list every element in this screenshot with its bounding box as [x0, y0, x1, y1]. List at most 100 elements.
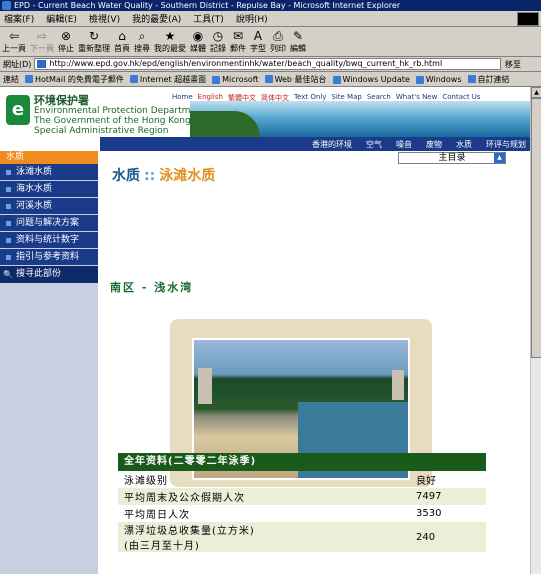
star-icon: ★ [164, 29, 176, 43]
row-label: 漂浮垃圾总收集量(立方米) (由三月至十月) [124, 526, 255, 552]
toplink-text-only[interactable]: Text Only [294, 93, 326, 103]
nav-waste[interactable]: 废物 [426, 139, 442, 150]
table-row: 平均周日人次 3530 [118, 505, 486, 522]
toplink-home[interactable]: Home [172, 93, 193, 103]
menu-help[interactable]: 說明(H) [236, 12, 268, 25]
gov-line2: Special Administrative Region [34, 126, 169, 136]
web-page: e 环境保护署 Environmental Protection Departm… [0, 87, 530, 574]
link-hotmail[interactable]: HotMail 的免費電子郵件 [25, 74, 124, 85]
sidebar-head[interactable]: 水质 [0, 151, 98, 164]
vertical-scrollbar[interactable]: ▲ [530, 87, 541, 574]
search-button[interactable]: ⌕ 搜尋 [134, 27, 150, 54]
address-input[interactable]: http://www.epd.gov.hk/epd/english/enviro… [34, 58, 501, 70]
back-button[interactable]: ⇦ 上一頁 [2, 27, 26, 54]
forward-button[interactable]: ⇨ 下一頁 [30, 27, 54, 54]
main-menu-dropdown[interactable]: 主目录 ▲ [398, 152, 506, 164]
toplink-traditional[interactable]: 繁體中文 [228, 93, 256, 103]
refresh-button[interactable]: ↻ 重新整理 [78, 27, 110, 54]
sidebar-search[interactable]: 搜寻此部份 [0, 266, 98, 283]
window-title: EPD - Current Beach Water Quality - Sout… [14, 1, 401, 10]
photo-building [198, 368, 212, 404]
row-label: 平均周日人次 [124, 510, 190, 521]
mail-icon: ✉ [232, 29, 244, 43]
toolbar: ⇦ 上一頁 ⇨ 下一頁 ⊗ 停止 ↻ 重新整理 ⌂ 首頁 ⌕ 搜尋 ★ 我的最愛 ◉ 媒體 ◷ 記… [0, 27, 541, 57]
scroll-up-icon[interactable]: ▲ [531, 87, 541, 98]
sidebar-item-statistics[interactable]: 资料与统计数字 [0, 232, 98, 249]
row-value: 7497 [416, 491, 442, 502]
history-icon: ◷ [212, 29, 224, 43]
toplink-site-map[interactable]: Site Map [331, 93, 361, 103]
home-icon: ⌂ [118, 29, 126, 43]
sidebar-item-river[interactable]: 河溪水质 [0, 198, 98, 215]
link-windows[interactable]: Windows [415, 75, 462, 84]
link-web-best[interactable]: Web 最佳站台 [264, 74, 327, 85]
gov-line1: The Government of the Hong Kong [34, 116, 191, 126]
toplink-english[interactable]: English [198, 93, 223, 103]
menu-favorites[interactable]: 我的最愛(A) [132, 12, 181, 25]
go-button[interactable]: 移至 [501, 59, 541, 70]
sidebar-item-marine[interactable]: 海水水质 [0, 181, 98, 198]
site-header: e 环境保护署 Environmental Protection Departm… [0, 87, 530, 137]
address-label: 網址(D) [3, 59, 32, 69]
title-main: 水质 [112, 168, 140, 184]
toplink-search[interactable]: Search [367, 93, 391, 103]
title-sep: :: [144, 168, 156, 184]
edit-button[interactable]: ✎ 編輯 [290, 27, 306, 54]
epd-logo-icon[interactable]: e [6, 95, 30, 125]
menu-file[interactable]: 檔案(F) [4, 12, 34, 25]
link-custom[interactable]: 自訂連結 [467, 74, 510, 85]
nav-eia[interactable]: 环评与规划 [486, 139, 526, 150]
mail-button[interactable]: ✉ 郵件 [230, 27, 246, 54]
menu-view[interactable]: 檢視(V) [89, 12, 120, 25]
windows-logo-icon [517, 12, 539, 26]
nav-air[interactable]: 空气 [366, 139, 382, 150]
forward-arrow-icon: ⇨ [36, 29, 48, 43]
banner-image [190, 101, 530, 137]
media-button[interactable]: ◉ 媒體 [190, 27, 206, 54]
menu-tools[interactable]: 工具(T) [193, 12, 224, 25]
scroll-thumb[interactable] [531, 98, 541, 358]
nav-hk-env[interactable]: 香港的环境 [312, 139, 352, 150]
table-row: 平均周末及公众假期人次 7497 [118, 488, 486, 505]
link-internet[interactable]: Internet 超越畫面 [129, 74, 206, 85]
row-value: 3530 [416, 508, 442, 519]
dropdown-arrow-icon[interactable]: ▲ [494, 153, 505, 163]
table-title: 全年资料(二零零二年泳季) [118, 453, 486, 471]
toplink-simplified[interactable]: 简体中文 [261, 93, 289, 103]
links-bar: 連結 HotMail 的免費電子郵件 Internet 超越畫面 Microso… [0, 72, 541, 87]
stop-button[interactable]: ⊗ 停止 [58, 27, 74, 54]
annual-data-table: 全年资料(二零零二年泳季) 泳滩级别 良好 平均周末及公众假期人次 7497 平… [118, 453, 486, 552]
row-value: 良好 [416, 476, 436, 487]
menu-bar: 檔案(F) 編輯(E) 檢視(V) 我的最愛(A) 工具(T) 說明(H) [0, 11, 541, 27]
row-value: 240 [416, 531, 436, 543]
sidebar-item-guidelines[interactable]: 指引与参考资料 [0, 249, 98, 266]
page-title: 水质:: 泳滩水质 [112, 165, 215, 185]
link-microsoft[interactable]: Microsoft [212, 75, 259, 84]
history-button[interactable]: ◷ 記錄 [210, 27, 226, 54]
nav-noise[interactable]: 噪音 [396, 139, 412, 150]
left-sidebar: 水质 泳滩水质 海水水质 河溪水质 问题与解决方案 资料与统计数字 指引与参考资… [0, 151, 98, 574]
row-label: 平均周末及公众假期人次 [124, 493, 245, 504]
home-button[interactable]: ⌂ 首頁 [114, 27, 130, 54]
table-row: 漂浮垃圾总收集量(立方米) (由三月至十月) 240 [118, 522, 486, 552]
link-windows-update[interactable]: Windows Update [332, 75, 410, 84]
main-nav: 香港的环境 空气 噪音 废物 水质 环评与规划 [100, 137, 530, 151]
links-label: 連結 [3, 74, 19, 84]
table-row: 泳滩级别 良好 [118, 471, 486, 488]
toplink-whats-new[interactable]: What's New [396, 93, 437, 103]
toplink-contact[interactable]: Contact Us [442, 93, 480, 103]
menu-edit[interactable]: 編輯(E) [46, 12, 77, 25]
photo-building [392, 370, 404, 400]
font-button[interactable]: A 字型 [250, 27, 266, 54]
edit-icon: ✎ [292, 29, 304, 43]
sidebar-item-beach[interactable]: 泳滩水质 [0, 164, 98, 181]
print-button[interactable]: ⎙ 列印 [270, 27, 286, 54]
window-titlebar: EPD - Current Beach Water Quality - Sout… [0, 0, 541, 11]
favorites-button[interactable]: ★ 我的最愛 [154, 27, 186, 54]
search-icon: ⌕ [138, 29, 146, 43]
row-label: 泳滩级别 [124, 476, 168, 487]
nav-water[interactable]: 水质 [456, 139, 472, 150]
sidebar-item-problems[interactable]: 问题与解决方案 [0, 215, 98, 232]
stop-icon: ⊗ [60, 29, 72, 43]
font-icon: A [253, 29, 263, 43]
